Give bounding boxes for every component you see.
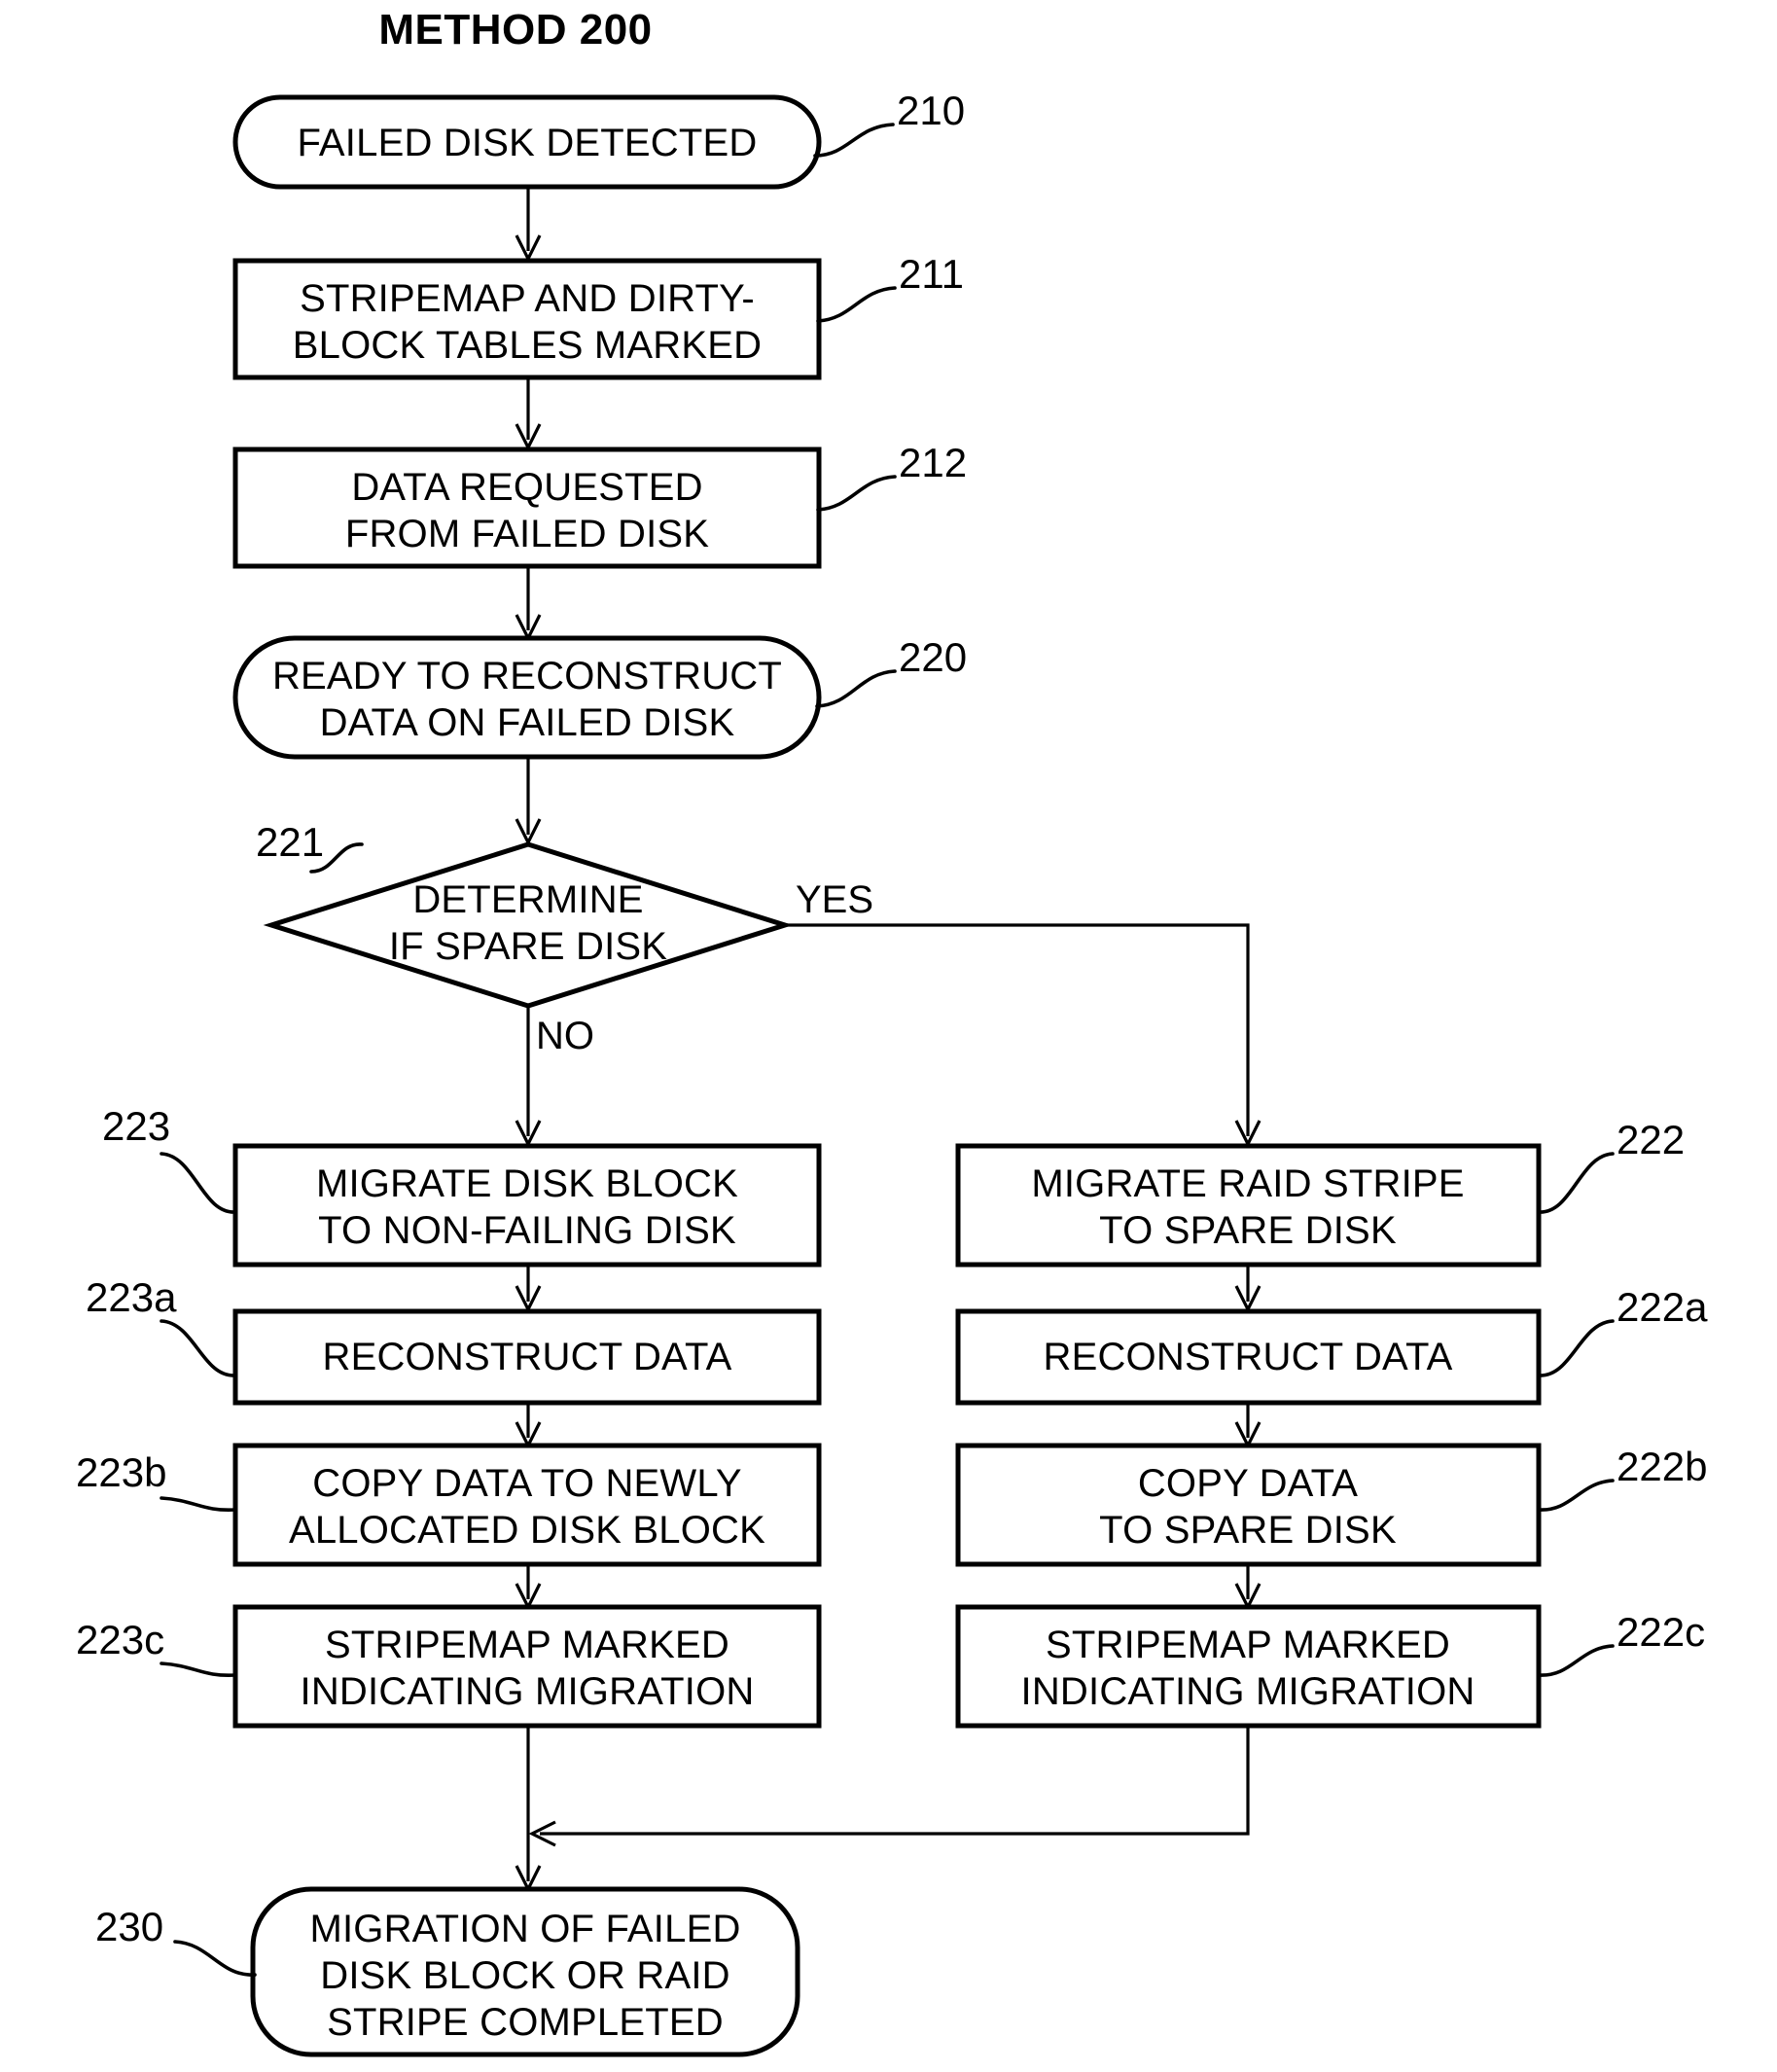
ref-label-210: 210: [897, 88, 965, 133]
connector-222a-to-222b: [1234, 1403, 1262, 1449]
node-223c-label-line-2: INDICATING MIGRATION: [301, 1670, 755, 1713]
node-212-label-line-2: FROM FAILED DISK: [345, 513, 709, 555]
figure-title: METHOD 200: [378, 6, 652, 54]
connector-220-to-221: [515, 757, 542, 846]
connector-221-yes-to-222: [785, 923, 1262, 1148]
node-223b-label-line-1: COPY DATA TO NEWLY: [312, 1462, 742, 1505]
connector-223b-to-223c: [515, 1564, 542, 1611]
node-reconstruct-data-left: RECONSTRUCT DATA: [232, 1308, 822, 1406]
node-230-label-line-3: STRIPE COMPLETED: [327, 2001, 724, 2044]
node-222b-label-line-2: TO SPARE DISK: [1099, 1509, 1397, 1552]
node-reconstruct-data-right: RECONSTRUCT DATA: [955, 1308, 1542, 1406]
node-222c-label-line-1: STRIPEMAP MARKED: [1046, 1624, 1450, 1666]
connector-212-to-220: [515, 566, 542, 642]
leader-line-210: [813, 123, 895, 158]
leader-line-223: [160, 1152, 237, 1214]
patent-flowchart-figure: METHOD 200 FAILED DISK DETECTED 210 STRI…: [0, 0, 1777, 2072]
node-222a-label-line-1: RECONSTRUCT DATA: [1044, 1336, 1453, 1378]
ref-label-223c: 223c: [76, 1617, 164, 1662]
node-221-label-line-1: DETERMINE: [412, 878, 643, 921]
connector-211-to-212: [515, 377, 542, 451]
node-223-label-line-1: MIGRATE DISK BLOCK: [316, 1162, 738, 1205]
node-222b-label-line-1: COPY DATA: [1138, 1462, 1358, 1505]
node-223-label-line-2: TO NON-FAILING DISK: [318, 1209, 736, 1252]
ref-label-221: 221: [256, 819, 324, 865]
leader-line-223a: [160, 1319, 237, 1377]
leader-line-222b: [1537, 1479, 1615, 1512]
node-determine-if-spare-disk: DETERMINE IF SPARE DISK: [263, 841, 794, 1009]
node-223a-label-line-1: RECONSTRUCT DATA: [323, 1336, 732, 1378]
node-ready-to-reconstruct-data-on-failed-disk: READY TO RECONSTRUCT DATA ON FAILED DISK: [232, 635, 822, 760]
node-stripemap-and-dirty-block-tables-marked: STRIPEMAP AND DIRTY- BLOCK TABLES MARKED: [232, 258, 822, 380]
ref-label-211: 211: [899, 251, 964, 297]
leader-line-222c: [1537, 1644, 1615, 1677]
leader-line-223c: [160, 1661, 237, 1678]
leader-line-230: [173, 1940, 257, 1977]
node-221-label-line-2: IF SPARE DISK: [389, 925, 667, 968]
leader-line-222a: [1537, 1319, 1615, 1377]
node-data-requested-from-failed-disk: DATA REQUESTED FROM FAILED DISK: [232, 447, 822, 569]
node-230-label-line-2: DISK BLOCK OR RAID: [320, 1954, 729, 1997]
connector-line: [785, 923, 1250, 1136]
leader-line-212: [816, 475, 897, 512]
connector-line: [540, 1726, 1250, 1836]
leader-line-220: [815, 669, 897, 708]
ref-label-222b: 222b: [1617, 1444, 1707, 1489]
ref-label-222c: 222c: [1617, 1609, 1705, 1655]
node-230-label-line-1: MIGRATION OF FAILED: [309, 1908, 740, 1950]
node-211-label-line-2: BLOCK TABLES MARKED: [293, 324, 762, 367]
node-220-label-line-1: READY TO RECONSTRUCT: [272, 655, 782, 697]
connector-222-to-222a: [1234, 1265, 1262, 1313]
connector-223-to-223a: [515, 1265, 542, 1313]
node-212-label-line-1: DATA REQUESTED: [351, 466, 702, 509]
node-223c-label-line-1: STRIPEMAP MARKED: [325, 1624, 729, 1666]
node-210-label-line-1: FAILED DISK DETECTED: [298, 122, 758, 164]
leader-line-222: [1537, 1152, 1615, 1214]
node-migrate-disk-block-to-non-failing-disk: MIGRATE DISK BLOCK TO NON-FAILING DISK: [232, 1143, 822, 1268]
edge-label-yes: YES: [796, 878, 873, 921]
node-220-label-line-2: DATA ON FAILED DISK: [320, 701, 735, 744]
connector-223c-to-230: [515, 1726, 542, 1893]
flowchart-canvas: METHOD 200 FAILED DISK DETECTED 210 STRI…: [76, 6, 1708, 2057]
node-migration-completed: MIGRATION OF FAILED DISK BLOCK OR RAID S…: [250, 1886, 800, 2057]
node-222-label-line-2: TO SPARE DISK: [1099, 1209, 1397, 1252]
edge-label-no: NO: [536, 1015, 594, 1057]
connector-222c-merge-into-main: [528, 1726, 1250, 1847]
leader-line-223b: [160, 1496, 237, 1513]
ref-label-212: 212: [899, 440, 967, 485]
node-stripemap-marked-indicating-migration-left: STRIPEMAP MARKED INDICATING MIGRATION: [232, 1604, 822, 1729]
ref-label-223a: 223a: [86, 1274, 177, 1320]
node-migrate-raid-stripe-to-spare-disk: MIGRATE RAID STRIPE TO SPARE DISK: [955, 1143, 1542, 1268]
leader-line-211: [816, 286, 897, 323]
ref-label-230: 230: [95, 1904, 163, 1949]
node-222c-label-line-2: INDICATING MIGRATION: [1021, 1670, 1475, 1713]
connector-223a-to-223b: [515, 1403, 542, 1449]
node-copy-data-to-newly-allocated-disk-block: COPY DATA TO NEWLY ALLOCATED DISK BLOCK: [232, 1443, 822, 1567]
node-223b-label-line-2: ALLOCATED DISK BLOCK: [289, 1509, 765, 1552]
node-stripemap-marked-indicating-migration-right: STRIPEMAP MARKED INDICATING MIGRATION: [955, 1604, 1542, 1729]
connector-222b-to-222c: [1234, 1564, 1262, 1611]
ref-label-222a: 222a: [1617, 1284, 1708, 1330]
node-copy-data-to-spare-disk: COPY DATA TO SPARE DISK: [955, 1443, 1542, 1567]
node-211-label-line-1: STRIPEMAP AND DIRTY-: [300, 277, 755, 320]
ref-label-220: 220: [899, 634, 967, 680]
ref-label-223b: 223b: [76, 1449, 166, 1495]
ref-label-222: 222: [1617, 1117, 1685, 1162]
connector-210-to-211: [515, 187, 542, 263]
node-failed-disk-detected: FAILED DISK DETECTED: [232, 94, 822, 190]
ref-label-223: 223: [102, 1103, 170, 1149]
node-222-label-line-1: MIGRATE RAID STRIPE: [1031, 1162, 1464, 1205]
